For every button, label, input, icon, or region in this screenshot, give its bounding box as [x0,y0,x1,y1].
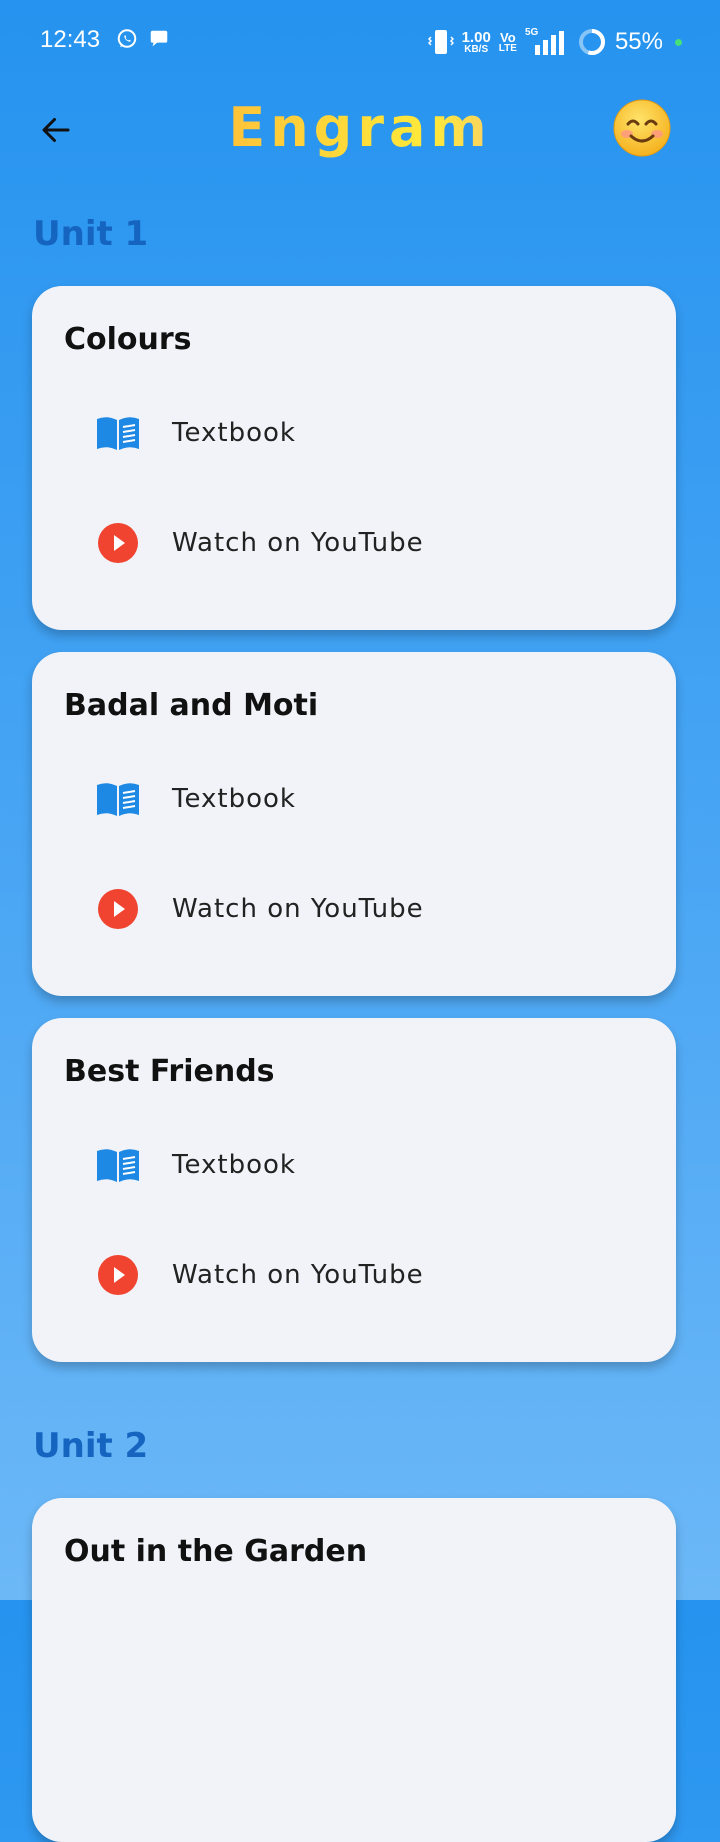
battery-ring-icon [578,29,605,55]
play-circle-icon [94,885,142,933]
status-right: 1.00 KB/S Vo LTE 5G 55% [427,24,682,60]
chapter-card: Colours Textbook Watch on YouTube [32,286,676,630]
battery-percent: 55% [614,28,663,55]
chapter-title: Out in the Garden [64,1534,368,1569]
signal-indicator: 5G [525,27,569,57]
youtube-link[interactable]: Watch on YouTube [94,1235,654,1315]
vibrate-icon [427,30,454,54]
smiling-face-icon[interactable] [612,98,672,158]
chapter-card: Best Friends Textbook Watch on YouTube [32,1018,676,1362]
status-bar: 12:43 1.00 KB/S Vo LTE 5G 55% [0,0,720,84]
chapter-card: Badal and Moti Textbook Watch on YouTube [32,652,676,996]
volte-indicator: Vo LTE [499,31,517,54]
textbook-link[interactable]: Textbook [94,1125,654,1205]
message-icon [150,30,168,47]
textbook-link[interactable]: Textbook [94,393,654,473]
play-circle-icon [94,1251,142,1299]
volte-bottom: LTE [498,42,517,54]
whatsapp-icon [117,29,137,48]
youtube-link[interactable]: Watch on YouTube [94,503,654,583]
chapter-title: Best Friends [64,1054,275,1089]
status-time: 12:43 [40,26,101,53]
textbook-label: Textbook [172,784,296,814]
signal-bars-icon [534,31,564,55]
book-icon [94,775,142,823]
privacy-dot [675,38,682,46]
book-icon [94,409,142,457]
volte-top: Vo [500,29,516,45]
chapter-card: Out in the Garden [32,1498,676,1842]
chapter-title: Badal and Moti [64,688,319,723]
youtube-label: Watch on YouTube [172,1260,424,1290]
youtube-label: Watch on YouTube [172,894,424,924]
net-speed-value: 1.00 [461,28,491,46]
net-speed: 1.00 KB/S [462,30,491,55]
chapter-title: Colours [64,322,192,357]
youtube-link[interactable]: Watch on YouTube [94,869,654,949]
app-bar: Engram [0,84,720,174]
textbook-label: Textbook [172,1150,296,1180]
net-speed-unit: KB/S [464,43,489,55]
textbook-link[interactable]: Textbook [94,759,654,839]
unit-heading: Unit 1 [33,214,149,254]
unit-heading: Unit 2 [33,1426,149,1466]
play-circle-icon [94,519,142,567]
youtube-label: Watch on YouTube [172,528,424,558]
textbook-label: Textbook [172,418,296,448]
book-icon [94,1141,142,1189]
